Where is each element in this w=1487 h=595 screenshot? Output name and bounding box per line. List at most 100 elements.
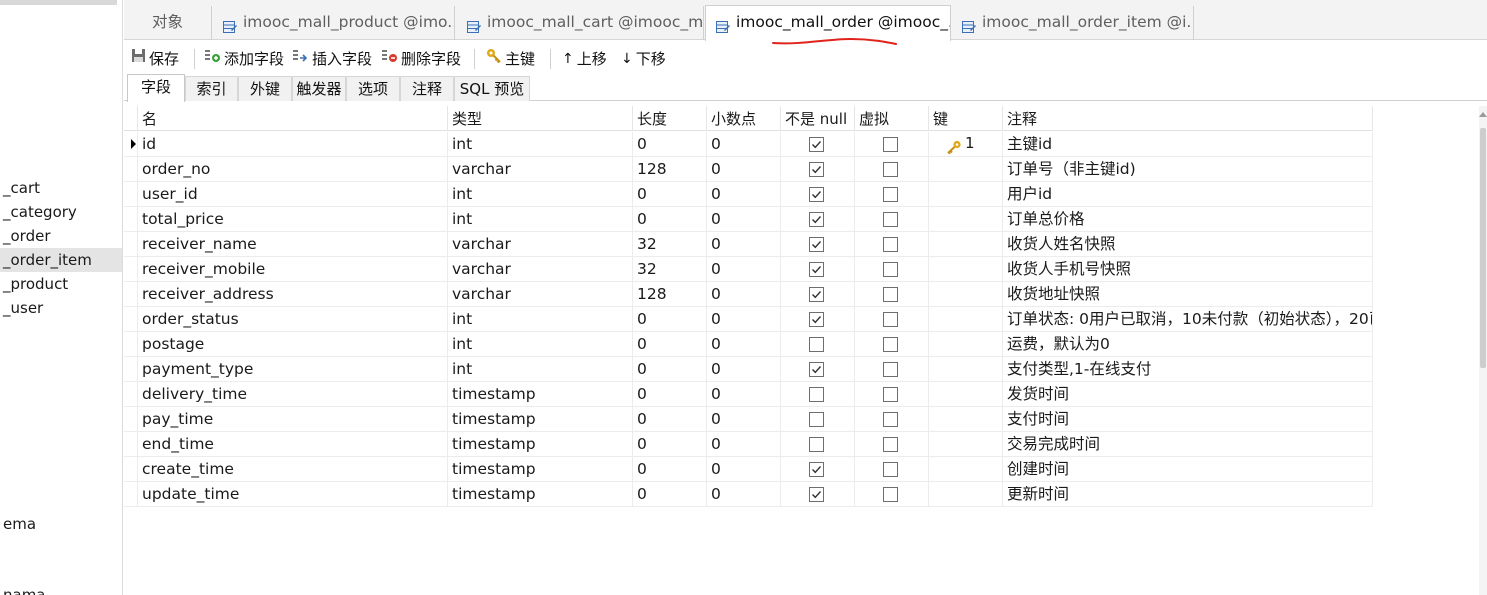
virtual-checkbox[interactable] xyxy=(855,157,929,182)
tab-cart[interactable]: imooc_mall_cart @imooc_m... xyxy=(457,6,704,40)
field-comment-cell[interactable]: 用户id xyxy=(1003,182,1373,207)
row-selector[interactable] xyxy=(124,457,138,482)
checkbox[interactable] xyxy=(883,162,898,177)
move-down-button[interactable]: ↓ 下移 xyxy=(621,45,666,73)
field-comment-cell[interactable]: 收货人手机号快照 xyxy=(1003,257,1373,282)
checkbox[interactable] xyxy=(883,287,898,302)
key-cell[interactable] xyxy=(929,332,1003,357)
table-row[interactable]: id int 0 0 1 主键id xyxy=(124,132,1373,157)
scrollbar-thumb[interactable] xyxy=(1480,128,1486,368)
table-row[interactable]: order_status int 0 0 订单状态: 0用户已取消，10未付款（初始状态… xyxy=(124,307,1373,332)
field-decimals-cell[interactable]: 0 xyxy=(707,457,781,482)
key-cell[interactable] xyxy=(929,457,1003,482)
field-decimals-cell[interactable]: 0 xyxy=(707,132,781,157)
field-length-cell[interactable]: 0 xyxy=(633,432,707,457)
checkbox[interactable] xyxy=(883,137,898,152)
field-comment-cell[interactable]: 收货人姓名快照 xyxy=(1003,232,1373,257)
not-null-checkbox[interactable] xyxy=(781,257,855,282)
field-type-cell[interactable]: timestamp xyxy=(448,432,633,457)
field-comment-cell[interactable]: 主键id xyxy=(1003,132,1373,157)
table-row[interactable]: user_id int 0 0 用户id xyxy=(124,182,1373,207)
virtual-checkbox[interactable] xyxy=(855,432,929,457)
field-type-cell[interactable]: varchar xyxy=(448,282,633,307)
checkbox[interactable] xyxy=(883,362,898,377)
field-length-cell[interactable]: 0 xyxy=(633,132,707,157)
not-null-checkbox[interactable] xyxy=(781,432,855,457)
subtab-foreign-keys[interactable]: 外键 xyxy=(238,76,292,101)
field-length-cell[interactable]: 32 xyxy=(633,257,707,282)
field-decimals-cell[interactable]: 0 xyxy=(707,157,781,182)
checkbox[interactable] xyxy=(809,287,824,302)
not-null-checkbox[interactable] xyxy=(781,457,855,482)
tree-item-schema-2[interactable]: nama xyxy=(0,583,122,595)
field-type-cell[interactable]: varchar xyxy=(448,257,633,282)
field-name-cell[interactable]: receiver_name xyxy=(138,232,448,257)
header-name[interactable]: 名 xyxy=(138,106,448,131)
checkbox[interactable] xyxy=(809,487,824,502)
vertical-scrollbar[interactable] xyxy=(1479,106,1487,595)
save-button[interactable]: 保存 xyxy=(131,45,179,73)
field-length-cell[interactable]: 0 xyxy=(633,407,707,432)
field-name-cell[interactable]: delivery_time xyxy=(138,382,448,407)
row-selector[interactable] xyxy=(124,157,138,182)
field-name-cell[interactable]: receiver_address xyxy=(138,282,448,307)
not-null-checkbox[interactable] xyxy=(781,232,855,257)
field-decimals-cell[interactable]: 0 xyxy=(707,257,781,282)
row-selector[interactable] xyxy=(124,482,138,507)
field-type-cell[interactable]: timestamp xyxy=(448,407,633,432)
checkbox[interactable] xyxy=(809,262,824,277)
field-name-cell[interactable]: postage xyxy=(138,332,448,357)
checkbox[interactable] xyxy=(809,212,824,227)
checkbox[interactable] xyxy=(809,187,824,202)
header-decimals[interactable]: 小数点 xyxy=(707,106,781,131)
header-key[interactable]: 键 xyxy=(929,106,1003,131)
checkbox[interactable] xyxy=(883,462,898,477)
field-comment-cell[interactable]: 订单号（非主键id) xyxy=(1003,157,1373,182)
subtab-fields[interactable]: 字段 xyxy=(127,74,185,102)
field-type-cell[interactable]: int xyxy=(448,332,633,357)
table-row[interactable]: end_time timestamp 0 0 交易完成时间 xyxy=(124,432,1373,457)
field-comment-cell[interactable]: 收货地址快照 xyxy=(1003,282,1373,307)
tree-item-product[interactable]: _product xyxy=(0,272,122,296)
checkbox[interactable] xyxy=(809,362,824,377)
checkbox[interactable] xyxy=(883,487,898,502)
virtual-checkbox[interactable] xyxy=(855,332,929,357)
field-name-cell[interactable]: receiver_mobile xyxy=(138,257,448,282)
header-comment[interactable]: 注释 xyxy=(1003,106,1373,131)
row-selector[interactable] xyxy=(124,207,138,232)
field-name-cell[interactable]: pay_time xyxy=(138,407,448,432)
table-row[interactable]: receiver_mobile varchar 32 0 收货人手机号快照 xyxy=(124,257,1373,282)
checkbox[interactable] xyxy=(883,312,898,327)
field-length-cell[interactable]: 0 xyxy=(633,357,707,382)
virtual-checkbox[interactable] xyxy=(855,232,929,257)
subtab-options[interactable]: 选项 xyxy=(346,76,400,101)
field-decimals-cell[interactable]: 0 xyxy=(707,482,781,507)
virtual-checkbox[interactable] xyxy=(855,182,929,207)
tab-product[interactable]: imooc_mall_product @imo... xyxy=(213,6,455,40)
virtual-checkbox[interactable] xyxy=(855,382,929,407)
field-type-cell[interactable]: int xyxy=(448,132,633,157)
not-null-checkbox[interactable] xyxy=(781,482,855,507)
tree-item-user[interactable]: _user xyxy=(0,296,122,320)
checkbox[interactable] xyxy=(883,437,898,452)
tree-item-order[interactable]: _order xyxy=(0,224,122,248)
field-decimals-cell[interactable]: 0 xyxy=(707,332,781,357)
tree-item-schema-1[interactable]: ema xyxy=(0,512,122,536)
checkbox[interactable] xyxy=(883,387,898,402)
virtual-checkbox[interactable] xyxy=(855,132,929,157)
field-name-cell[interactable]: payment_type xyxy=(138,357,448,382)
subtab-sql-preview[interactable]: SQL 预览 xyxy=(454,76,530,101)
row-selector[interactable] xyxy=(124,332,138,357)
checkbox[interactable] xyxy=(809,437,824,452)
virtual-checkbox[interactable] xyxy=(855,207,929,232)
key-cell[interactable] xyxy=(929,207,1003,232)
checkbox[interactable] xyxy=(809,462,824,477)
key-cell[interactable] xyxy=(929,307,1003,332)
key-cell[interactable] xyxy=(929,157,1003,182)
checkbox[interactable] xyxy=(883,412,898,427)
field-comment-cell[interactable]: 运费，默认为0 xyxy=(1003,332,1373,357)
field-decimals-cell[interactable]: 0 xyxy=(707,357,781,382)
move-up-button[interactable]: ↑ 上移 xyxy=(562,45,607,73)
subtab-triggers[interactable]: 触发器 xyxy=(292,76,346,101)
key-cell[interactable] xyxy=(929,282,1003,307)
